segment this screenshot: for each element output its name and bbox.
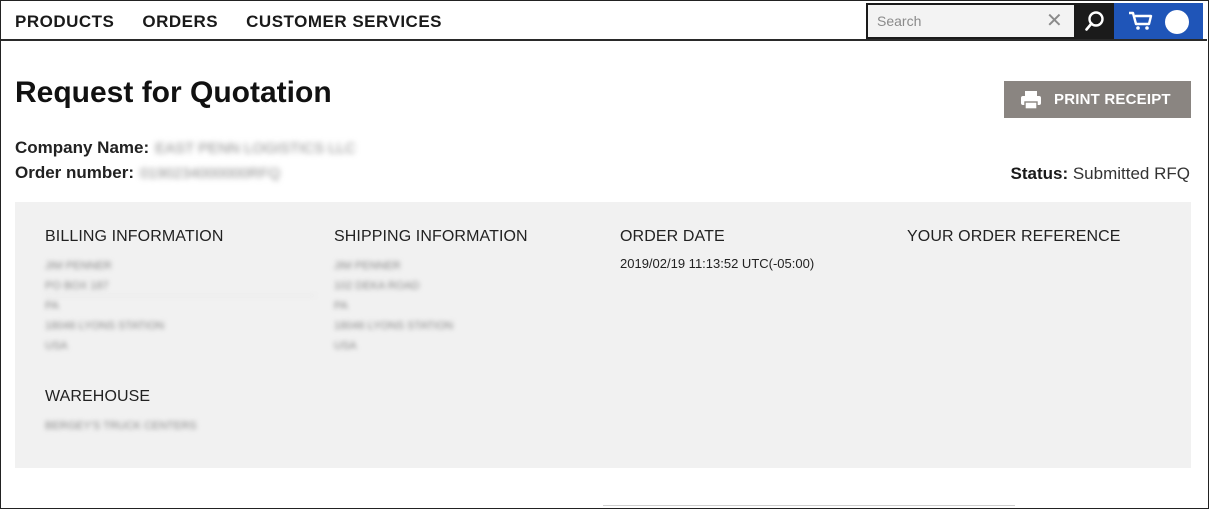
shipping-line: PA bbox=[334, 300, 348, 312]
order-date-value: 2019/02/19 11:13:52 UTC(-05:00) bbox=[620, 256, 815, 271]
warehouse-section: WAREHOUSE BERGEY'S TRUCK CENTERS bbox=[45, 388, 197, 436]
shipping-heading: SHIPPING INFORMATION bbox=[334, 228, 528, 245]
order-date-heading: ORDER DATE bbox=[620, 228, 725, 245]
page-title: Request for Quotation bbox=[15, 76, 332, 109]
cart-button[interactable] bbox=[1114, 3, 1203, 39]
main-nav: PRODUCTS ORDERS CUSTOMER SERVICES bbox=[15, 12, 442, 32]
company-name-value: EAST PENN LOGISTICS LLC bbox=[155, 139, 356, 157]
warehouse-value: BERGEY'S TRUCK CENTERS bbox=[45, 420, 197, 432]
print-receipt-button[interactable]: PRINT RECEIPT bbox=[1004, 81, 1191, 118]
order-number-value: 0190234000000RFQ bbox=[140, 164, 281, 182]
company-name-label: Company Name: bbox=[15, 138, 150, 157]
close-icon[interactable]: ✕ bbox=[1046, 9, 1063, 33]
search-input[interactable] bbox=[868, 5, 1036, 37]
shipping-line: 102 DEKA ROAD bbox=[334, 280, 420, 292]
print-receipt-label: PRINT RECEIPT bbox=[1054, 91, 1171, 108]
cart-icon bbox=[1129, 11, 1153, 30]
search-button[interactable] bbox=[1076, 3, 1114, 39]
order-number-label: Order number: bbox=[15, 163, 135, 182]
billing-line: PO BOX 187 bbox=[45, 276, 315, 296]
shipping-information: SHIPPING INFORMATION JIM PENNER 102 DEKA… bbox=[334, 228, 604, 356]
printer-icon bbox=[1021, 90, 1041, 110]
status-row: Status: Submitted RFQ bbox=[1010, 164, 1190, 184]
user-avatar[interactable] bbox=[1165, 10, 1189, 34]
order-reference: YOUR ORDER REFERENCE bbox=[907, 228, 1177, 256]
status-label: Status: bbox=[1010, 164, 1069, 183]
billing-line: JIM PENNER bbox=[45, 260, 112, 272]
nav-products[interactable]: PRODUCTS bbox=[15, 12, 114, 32]
billing-line: 18046 LYONS STATION bbox=[45, 320, 165, 332]
search-box: ✕ bbox=[866, 3, 1076, 39]
order-reference-heading: YOUR ORDER REFERENCE bbox=[907, 228, 1121, 245]
shipping-line: 18046 LYONS STATION bbox=[334, 320, 454, 332]
nav-customer-services[interactable]: CUSTOMER SERVICES bbox=[246, 12, 442, 32]
nav-orders[interactable]: ORDERS bbox=[142, 12, 218, 32]
order-date: ORDER DATE 2019/02/19 11:13:52 UTC(-05:0… bbox=[620, 228, 890, 271]
shipping-line: JIM PENNER bbox=[334, 260, 401, 272]
order-info-panel: BILLING INFORMATION JIM PENNER PO BOX 18… bbox=[15, 202, 1191, 468]
company-name-row: Company Name: EAST PENN LOGISTICS LLC bbox=[15, 138, 356, 158]
warehouse-heading: WAREHOUSE bbox=[45, 388, 151, 405]
search-icon bbox=[1085, 11, 1104, 31]
divider bbox=[603, 505, 1015, 509]
billing-line: USA bbox=[45, 340, 68, 352]
billing-heading: BILLING INFORMATION bbox=[45, 228, 224, 245]
order-number-row: Order number: 0190234000000RFQ bbox=[15, 163, 280, 183]
billing-line: PA bbox=[45, 300, 59, 312]
status-value: Submitted RFQ bbox=[1072, 164, 1190, 183]
shipping-line: USA bbox=[334, 340, 357, 352]
billing-information: BILLING INFORMATION JIM PENNER PO BOX 18… bbox=[45, 228, 315, 356]
